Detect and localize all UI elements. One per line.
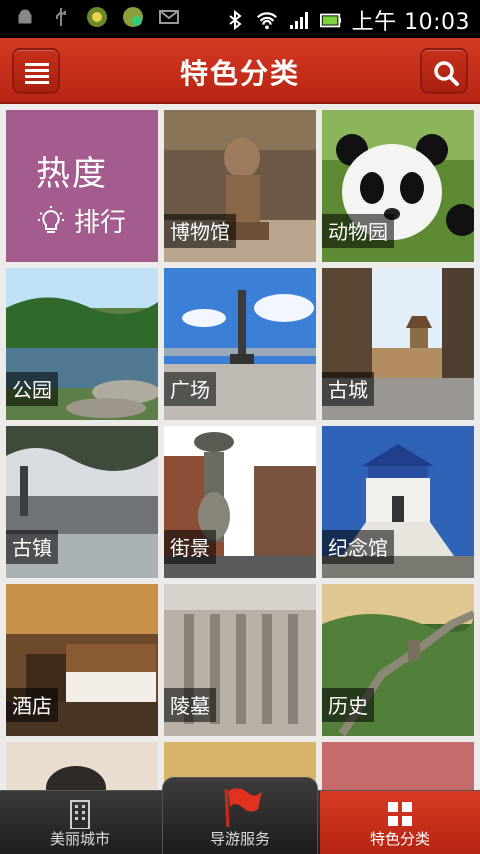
category-tile-ancient-city[interactable]: 古城 (322, 268, 474, 420)
bottom-navigation: 美丽城市 导游服务 特色分类 (0, 777, 480, 854)
category-label: 陵墓 (164, 688, 216, 722)
nav-tab-label: 导游服务 (209, 830, 270, 848)
clock: 上午 10:03 (351, 10, 470, 35)
category-grid: 热度 排行 博物馆 动物园 公园 广场 古城 古镇 街景 纪念馆 酒店 陵墓 历… (0, 104, 480, 790)
nav-tab-beautiful-city[interactable]: 美丽城市 (0, 791, 160, 854)
battery-icon (319, 13, 341, 28)
category-tile-museum[interactable]: 博物馆 (164, 110, 316, 262)
hot-ranking-subtitle-row: 排行 (36, 202, 126, 239)
mail-icon (159, 10, 179, 24)
search-icon (434, 61, 459, 86)
nav-tab-label: 美丽城市 (49, 830, 110, 848)
category-label: 街景 (164, 530, 216, 564)
partial-image-3 (322, 742, 474, 790)
category-label: 古镇 (6, 530, 58, 564)
lightbulb-icon (38, 205, 64, 233)
app-notification-icon-2 (123, 7, 143, 27)
category-tile-park[interactable]: 公园 (6, 268, 158, 420)
category-tile-partial-3[interactable] (322, 742, 474, 790)
hot-ranking-subtitle: 排行 (74, 208, 127, 238)
category-tile-tomb[interactable]: 陵墓 (164, 584, 316, 736)
category-tile-street-view[interactable]: 街景 (164, 426, 316, 578)
category-label: 历史 (322, 688, 374, 722)
category-tile-partial-1[interactable] (6, 742, 158, 790)
category-label: 广场 (164, 372, 216, 406)
category-tile-memorial-hall[interactable]: 纪念馆 (322, 426, 474, 578)
usb-icon (56, 8, 66, 26)
partial-image-1 (6, 742, 158, 790)
page-title: 特色分类 (179, 57, 300, 90)
category-tile-ancient-town[interactable]: 古镇 (6, 426, 158, 578)
status-bar: 上午 10:03 (0, 0, 480, 38)
grid-icon (388, 802, 412, 826)
category-label: 动物园 (322, 214, 394, 248)
category-tile-history[interactable]: 历史 (322, 584, 474, 736)
android-debug-icon (18, 9, 32, 24)
category-tile-zoo[interactable]: 动物园 (322, 110, 474, 262)
category-label: 纪念馆 (322, 530, 394, 564)
category-label: 公园 (6, 372, 58, 406)
category-label: 酒店 (6, 688, 58, 722)
nav-tab-label: 特色分类 (369, 830, 430, 848)
nav-tab-guide-service[interactable]: 导游服务 (160, 788, 320, 854)
signal-icon (289, 12, 308, 29)
category-tile-hotel[interactable]: 酒店 (6, 584, 158, 736)
hot-ranking-tile[interactable]: 热度 排行 (6, 110, 158, 262)
city-building-icon (70, 800, 90, 829)
search-button[interactable] (420, 48, 468, 94)
title-bar: 特色分类 (0, 38, 480, 104)
category-label: 博物馆 (164, 214, 236, 248)
nav-tab-featured-category[interactable]: 特色分类 (320, 791, 480, 854)
bluetooth-icon (228, 9, 242, 31)
wifi-icon (256, 12, 277, 30)
category-label: 古城 (322, 372, 374, 406)
hot-ranking-title: 热度 (36, 154, 108, 194)
app-notification-icon (87, 7, 107, 27)
flag-icon (224, 788, 262, 828)
category-tile-square[interactable]: 广场 (164, 268, 316, 420)
